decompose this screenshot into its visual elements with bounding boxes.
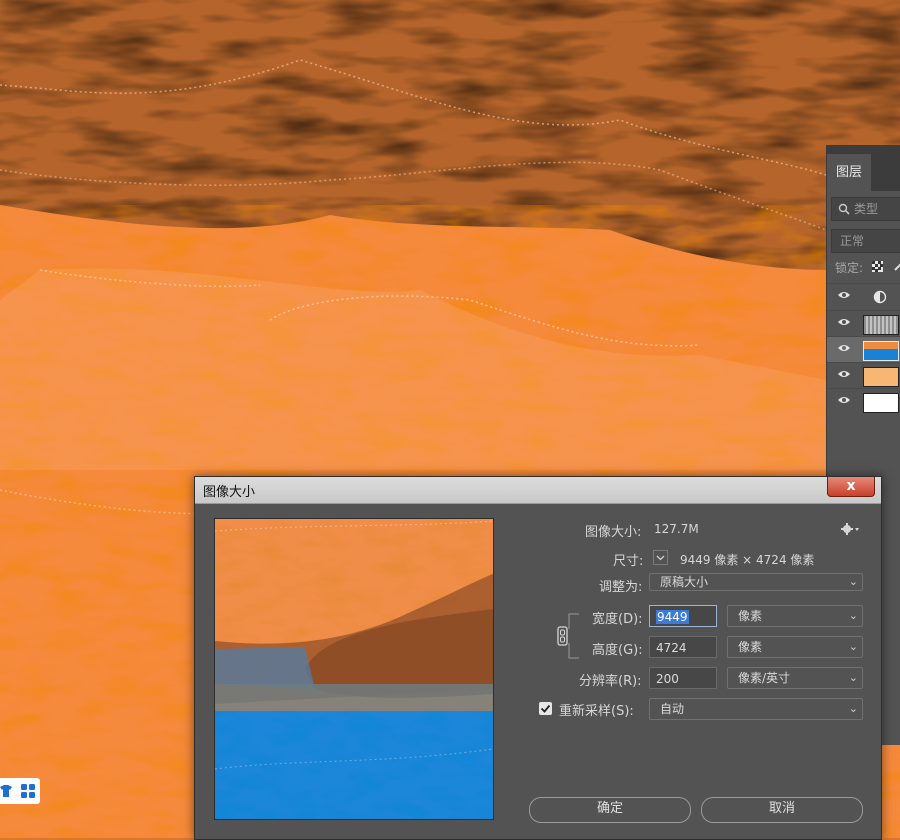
- fit-to-value: 原稿大小: [660, 575, 709, 589]
- tab-layers[interactable]: 图层: [827, 154, 871, 191]
- grid-apps-icon[interactable]: [21, 784, 35, 798]
- chevron-down-icon: ⌄: [848, 640, 858, 653]
- fit-to-label: 调整为:: [599, 580, 643, 595]
- dimensions-toggle[interactable]: [653, 550, 668, 565]
- layer-row[interactable]: [827, 283, 900, 310]
- layer-row[interactable]: [827, 362, 900, 389]
- resolution-input-value: 200: [656, 672, 679, 686]
- chevron-down-icon: ⌄: [848, 609, 858, 622]
- floating-mini-toolbar: [0, 778, 40, 804]
- eye-icon[interactable]: [837, 317, 851, 327]
- layer-filter-search[interactable]: 类型: [831, 197, 900, 221]
- width-input[interactable]: 9449: [649, 605, 717, 627]
- chevron-down-icon: ⌄: [848, 575, 858, 588]
- layer-row-selected[interactable]: [827, 336, 900, 363]
- resample-method-value: 自动: [660, 702, 685, 716]
- layer-thumbnail-white-fill: [863, 393, 899, 413]
- shirt-icon[interactable]: [0, 785, 12, 797]
- checkmark-icon: [540, 704, 551, 713]
- eye-icon[interactable]: [837, 369, 851, 379]
- dimensions-value: 9449 像素 × 4724 像素: [680, 553, 815, 567]
- lock-image-pixels-icon[interactable]: [893, 260, 900, 272]
- height-input-value: 4724: [656, 641, 687, 655]
- eye-icon[interactable]: [837, 343, 851, 353]
- width-unit-value: 像素: [738, 609, 763, 623]
- width-input-value: 9449: [656, 610, 689, 624]
- chevron-down-icon: [656, 555, 665, 561]
- image-size-value: 127.7M: [654, 522, 699, 536]
- ok-button[interactable]: 确定: [529, 797, 691, 823]
- blend-mode-value: 正常: [840, 234, 865, 248]
- layers-panel-tabbar: 图层: [827, 145, 900, 191]
- layer-thumbnail-orange-fill: [863, 367, 899, 387]
- resolution-unit-select[interactable]: 像素/英寸 ⌄: [727, 667, 863, 689]
- fit-to-select[interactable]: 原稿大小 ⌄: [649, 573, 863, 591]
- resample-method-select[interactable]: 自动 ⌄: [649, 698, 863, 720]
- layer-row[interactable]: [827, 388, 900, 415]
- image-preview[interactable]: [214, 518, 494, 820]
- dimensions-label: 尺寸:: [613, 554, 644, 569]
- cancel-button[interactable]: 取消: [701, 797, 863, 823]
- dialog-title: 图像大小: [203, 485, 256, 500]
- search-icon: [838, 203, 850, 215]
- gear-icon[interactable]: [841, 522, 861, 536]
- dialog-titlebar[interactable]: 图像大小 x: [195, 477, 881, 504]
- preview-image: [215, 519, 493, 819]
- layer-thumbnail-image: [863, 341, 899, 361]
- layer-filter-placeholder: 类型: [854, 202, 879, 216]
- resolution-label: 分辨率(R):: [579, 674, 642, 689]
- close-button[interactable]: x: [827, 477, 875, 497]
- height-label: 高度(G):: [592, 643, 643, 658]
- image-size-dialog: 图像大小 x 图像大小: 127.7M 尺寸: 9449 像素 × 4724 像…: [194, 476, 882, 840]
- eye-icon[interactable]: [837, 395, 851, 405]
- adjustment-layer-icon: [873, 290, 887, 304]
- chevron-down-icon: ⌄: [848, 702, 858, 715]
- layer-row[interactable]: [827, 310, 900, 337]
- lock-row: 锁定:: [835, 259, 900, 276]
- image-size-label: 图像大小:: [585, 525, 642, 540]
- blend-mode-select[interactable]: 正常: [831, 229, 900, 253]
- chevron-down-icon: ⌄: [848, 671, 858, 684]
- resolution-input[interactable]: 200: [649, 667, 717, 689]
- lock-transparent-pixels-icon[interactable]: [872, 261, 883, 272]
- resample-checkbox[interactable]: [539, 702, 552, 715]
- lock-label: 锁定:: [835, 261, 864, 275]
- eye-icon[interactable]: [837, 290, 851, 300]
- height-input[interactable]: 4724: [649, 636, 717, 658]
- resample-label: 重新采样(S):: [559, 704, 634, 719]
- constrain-proportions-link-icon[interactable]: [555, 611, 581, 661]
- width-unit-select[interactable]: 像素 ⌄: [727, 605, 863, 627]
- height-unit-select[interactable]: 像素 ⌄: [727, 636, 863, 658]
- layer-thumbnail-texture: [863, 315, 899, 335]
- width-label: 宽度(D):: [592, 612, 643, 627]
- resolution-unit-value: 像素/英寸: [738, 671, 791, 685]
- height-unit-value: 像素: [738, 640, 763, 654]
